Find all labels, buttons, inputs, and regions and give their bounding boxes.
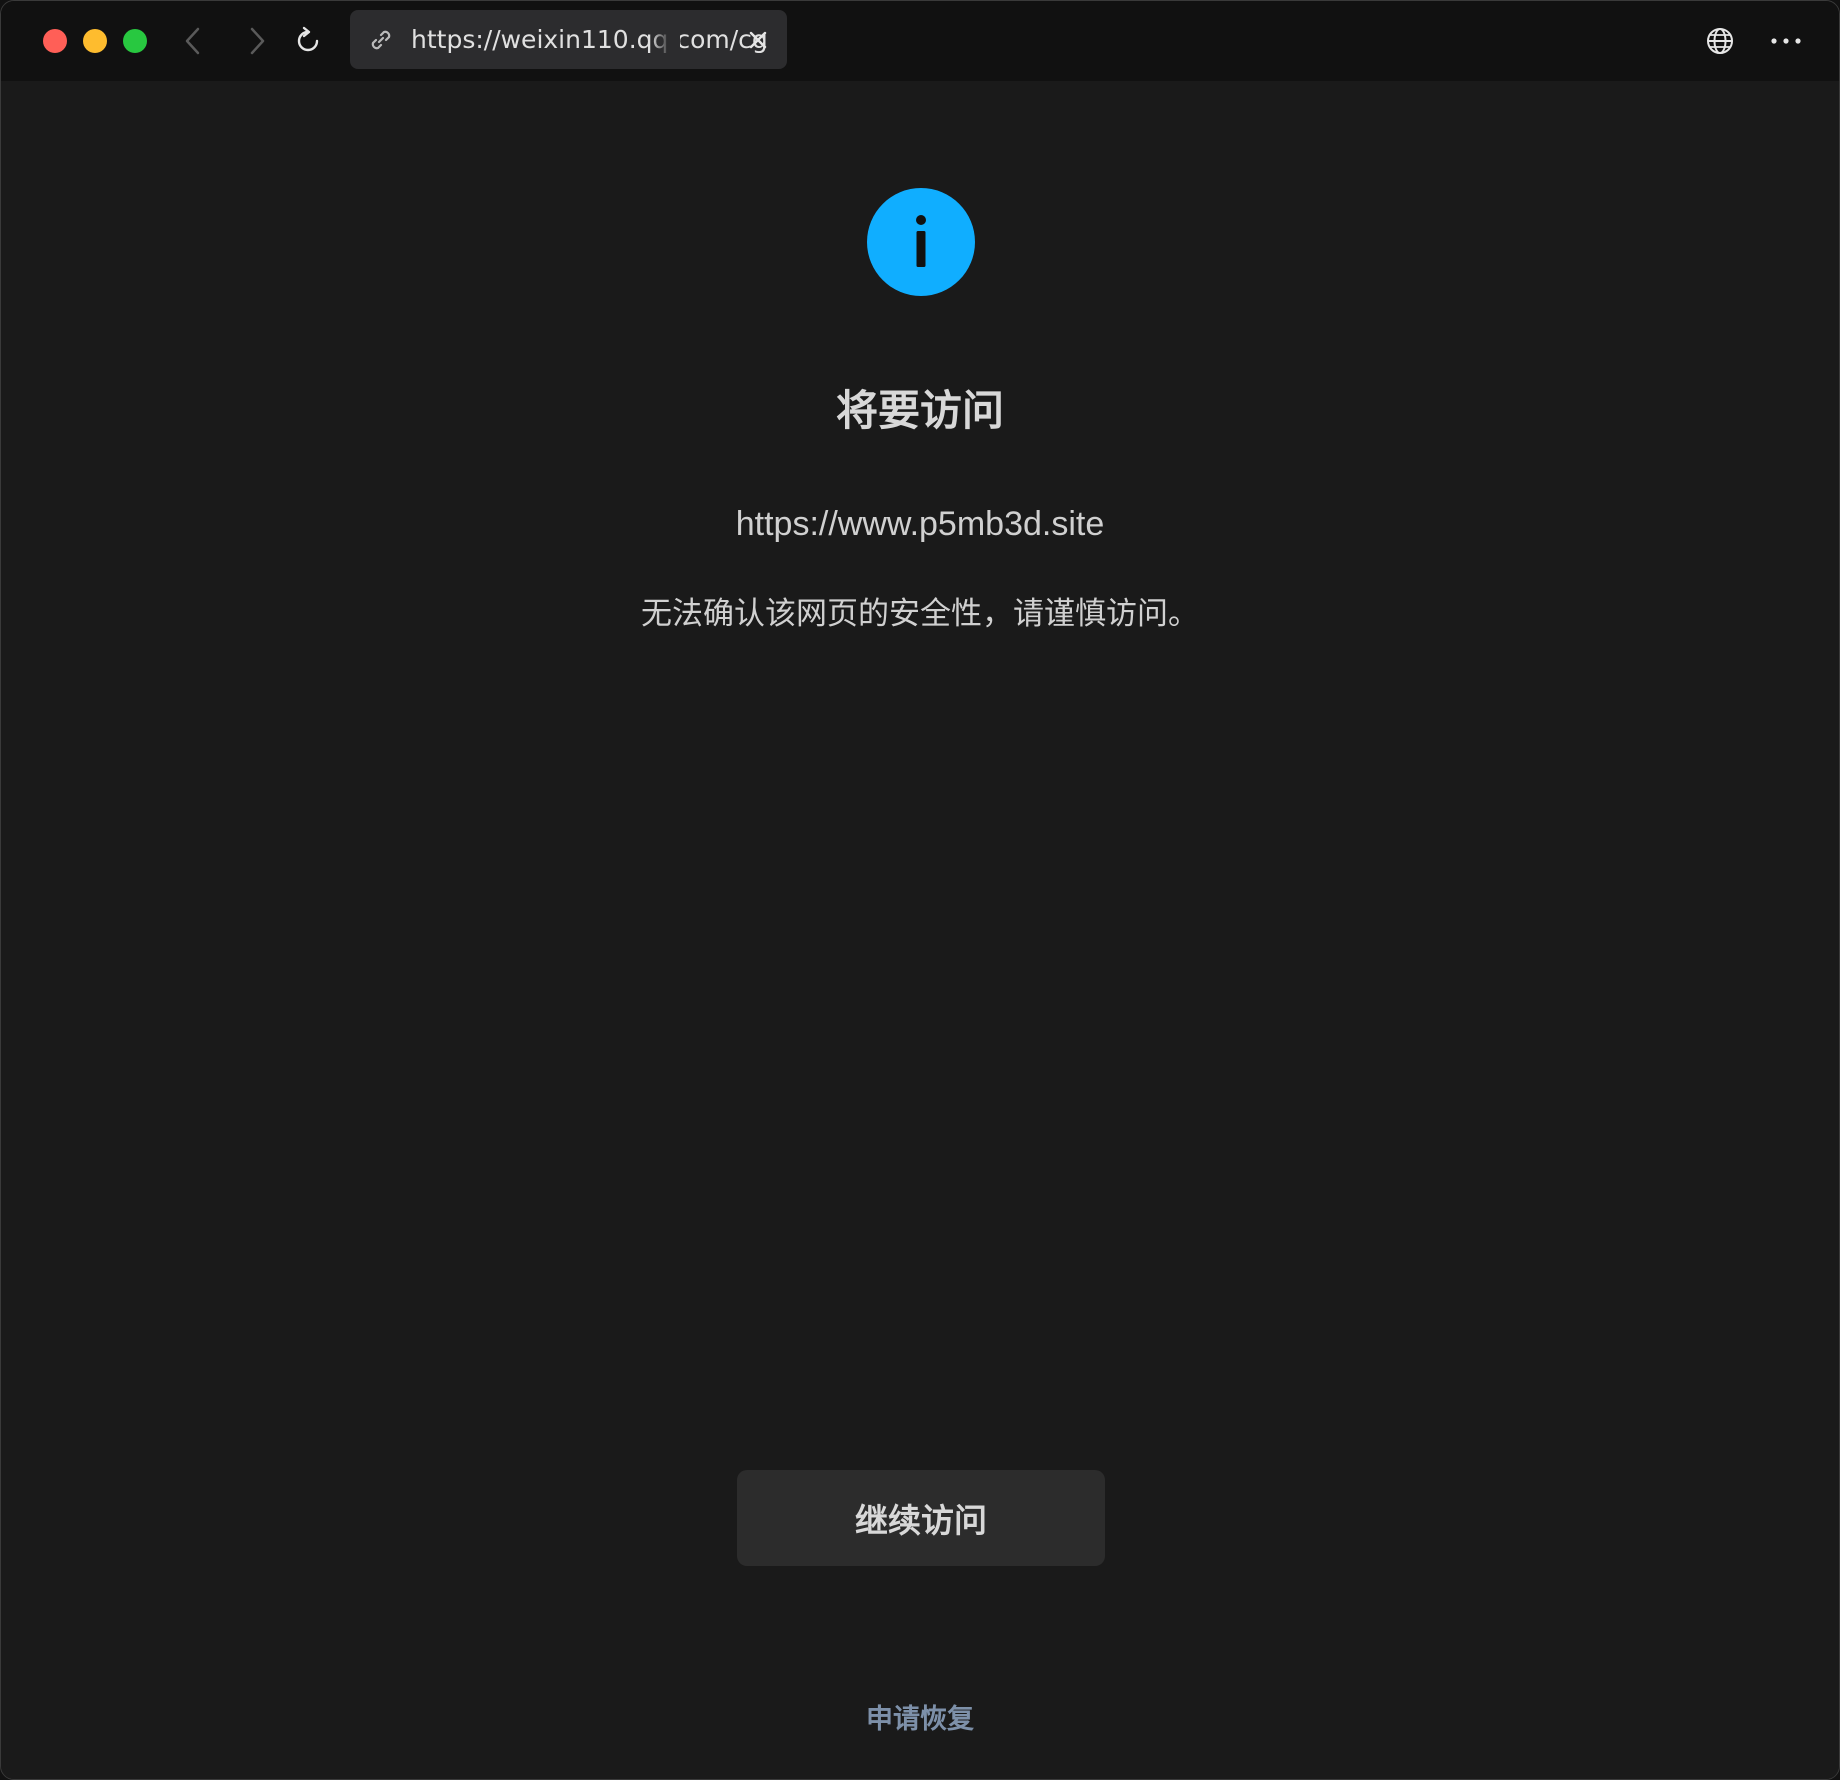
forward-button[interactable] [237,21,277,61]
window-minimize-button[interactable] [83,29,107,53]
reload-button[interactable] [288,21,328,61]
link-icon [371,30,391,50]
appeal-restore-link[interactable]: 申请恢复 [1,1697,1839,1736]
security-warning: 无法确认该网页的安全性，请谨慎访问。 [641,596,1199,632]
address-tab[interactable]: https://weixin110.qq.com/cg [350,10,787,69]
globe-icon [1707,28,1733,54]
language-button[interactable] [1702,23,1738,59]
page-title: 将要访问 [835,386,1004,435]
title-bar: https://weixin110.qq.com/cg [1,1,1839,81]
window-close-button[interactable] [43,29,67,53]
back-button[interactable] [173,21,213,61]
reload-icon [297,26,319,52]
continue-visit-label: 继续访问 [855,1501,987,1540]
chevron-left-icon [185,27,200,55]
close-icon[interactable] [744,26,772,54]
info-icon [867,188,975,296]
url-fade [650,10,680,69]
continue-visit-button[interactable]: 继续访问 [737,1470,1105,1566]
target-url: https://www.p5mb3d.site [735,505,1105,543]
page-content: 将要访问 https://www.p5mb3d.site 无法确认该网页的安全性… [1,81,1839,1779]
window-maximize-button[interactable] [123,29,147,53]
browser-window: https://weixin110.qq.com/cg 将要访问 https:/… [0,0,1840,1780]
more-menu-button[interactable] [1768,23,1804,59]
chevron-right-icon [250,27,265,55]
more-horizontal-icon [1771,38,1801,44]
